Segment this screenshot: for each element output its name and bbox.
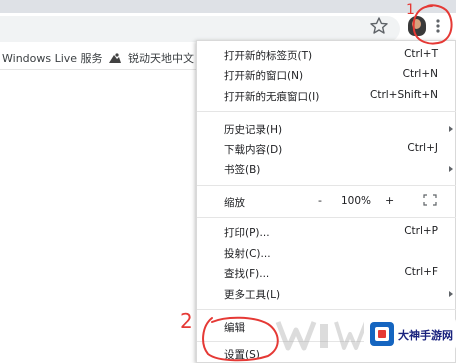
- bookmark-ruidong[interactable]: 锐动天地中文: [108, 50, 194, 66]
- browser-window: Windows Live 服务 锐动天地中文 打开新的标签页(T) Ctrl+T…: [0, 0, 456, 363]
- menu-item-label: 下载内容(D): [224, 144, 283, 156]
- menu-item-history[interactable]: 历史记录(H): [197, 119, 456, 139]
- menu-item-shortcut: Ctrl+J: [407, 142, 438, 154]
- brand-mark-icon: [370, 322, 394, 346]
- menu-item-new-window[interactable]: 打开新的窗口(N) Ctrl+N: [197, 65, 456, 85]
- menu-item-label: 设置(S): [224, 349, 260, 361]
- menu-item-label: 历史记录(H): [224, 124, 283, 136]
- menu-item-shortcut: Ctrl+N: [402, 68, 438, 80]
- menu-item-more-tools[interactable]: 更多工具(L): [197, 284, 456, 304]
- menu-item-label: 投射(C)...: [224, 248, 271, 260]
- menu-divider: [197, 217, 456, 218]
- zoom-in-button[interactable]: +: [385, 194, 394, 207]
- address-bar[interactable]: [0, 16, 400, 42]
- menu-zoom-row: 缩放 - 100% +: [197, 189, 456, 213]
- menu-item-label: 更多工具(L): [224, 289, 281, 301]
- watermark-logo: [275, 321, 368, 351]
- menu-item-new-tab[interactable]: 打开新的标签页(T) Ctrl+T: [197, 45, 456, 65]
- menu-item-label: 编辑: [224, 322, 245, 334]
- bookmark-label: Windows Live 服务: [2, 52, 103, 65]
- menu-item-label: 查找(F)...: [224, 268, 270, 280]
- menu-item-find[interactable]: 查找(F)... Ctrl+F: [197, 263, 456, 283]
- menu-item-shortcut: Ctrl+T: [404, 48, 438, 60]
- menu-divider: [197, 185, 456, 186]
- annotation-step-2: 2: [180, 309, 193, 333]
- submenu-arrow-icon: [449, 291, 453, 297]
- brand-text: 大神手游网: [398, 329, 453, 342]
- menu-item-bookmarks[interactable]: 书签(B): [197, 159, 456, 179]
- zoom-label: 缩放: [224, 197, 245, 209]
- menu-item-print[interactable]: 打印(P)... Ctrl+P: [197, 222, 456, 242]
- bookmark-windows-live[interactable]: Windows Live 服务: [2, 50, 103, 66]
- bookmark-star-icon[interactable]: [369, 16, 389, 36]
- menu-divider: [197, 111, 456, 112]
- menu-item-shortcut: Ctrl+Shift+N: [370, 89, 438, 101]
- site-brand-logo: 大神手游网: [364, 318, 456, 350]
- menu-item-label: 打开新的窗口(N): [224, 70, 304, 82]
- zoom-level-value: 100%: [341, 195, 372, 207]
- tab-strip: [0, 0, 456, 13]
- menu-item-downloads[interactable]: 下载内容(D) Ctrl+J: [197, 139, 456, 159]
- menu-item-label: 打印(P)...: [224, 227, 270, 239]
- menu-item-label: 打开新的标签页(T): [224, 50, 313, 62]
- profile-avatar[interactable]: [408, 16, 426, 36]
- site-favicon-icon: [109, 53, 121, 63]
- menu-item-label: 打开新的无痕窗口(I): [224, 91, 320, 103]
- menu-item-shortcut: Ctrl+P: [404, 225, 438, 237]
- submenu-arrow-icon: [449, 166, 453, 172]
- menu-item-new-incognito[interactable]: 打开新的无痕窗口(I) Ctrl+Shift+N: [197, 86, 456, 106]
- menu-item-label: 书签(B): [224, 164, 261, 176]
- more-menu-icon[interactable]: [430, 16, 446, 36]
- menu-item-shortcut: Ctrl+F: [404, 266, 438, 278]
- menu-item-cast[interactable]: 投射(C)...: [197, 243, 456, 263]
- zoom-out-button[interactable]: -: [318, 194, 322, 207]
- fullscreen-icon[interactable]: [423, 194, 437, 206]
- bookmark-label: 锐动天地中文: [128, 52, 194, 65]
- submenu-arrow-icon: [449, 126, 453, 132]
